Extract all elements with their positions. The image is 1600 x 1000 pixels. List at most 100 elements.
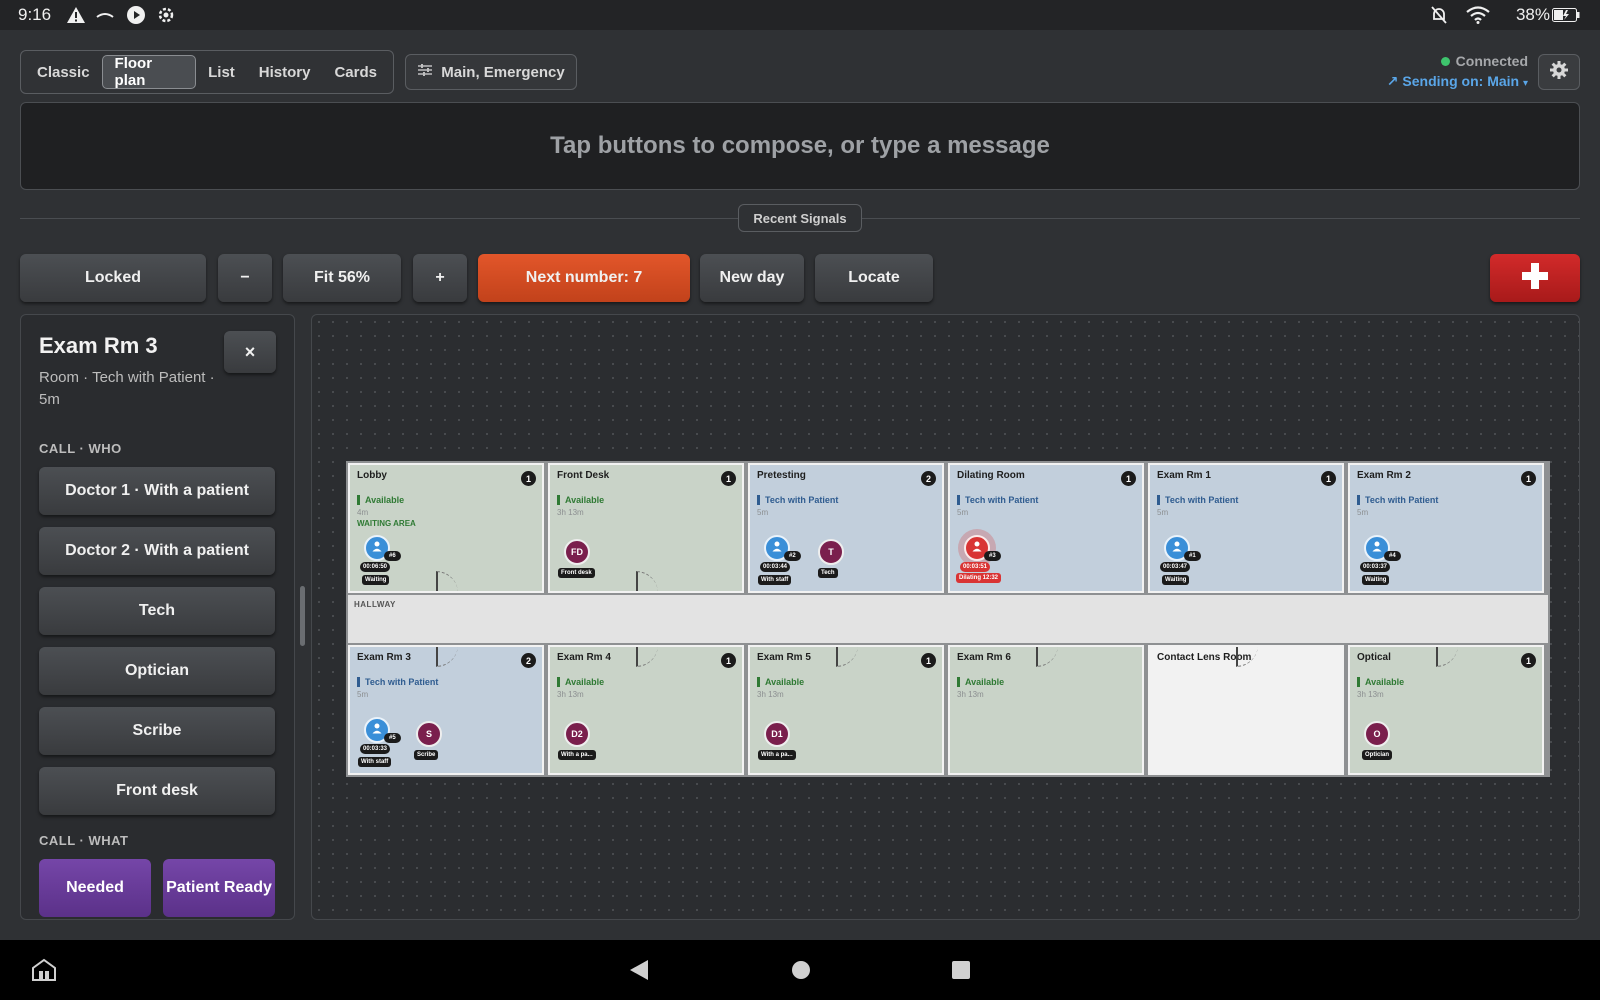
room-name: Pretesting — [757, 470, 806, 481]
room-status: Available — [357, 495, 404, 505]
room-dilating[interactable]: Dilating Room 1 Tech with Patient 5m #3 … — [948, 463, 1144, 593]
room-count-badge: 1 — [521, 471, 536, 486]
staff-avatar[interactable]: D2 — [564, 721, 590, 747]
staff-avatar[interactable]: D1 — [764, 721, 790, 747]
patient-timer: 00:03:51 — [960, 562, 991, 572]
patient-number: #6 — [384, 551, 401, 561]
patient-number: #1 — [1184, 551, 1201, 561]
door — [836, 647, 858, 667]
needed-button[interactable]: Needed — [39, 859, 151, 917]
wifi-icon — [1466, 5, 1490, 25]
room-name: Lobby — [357, 470, 387, 481]
tab-floor-plan[interactable]: Floor plan — [101, 55, 197, 89]
room-exam-2[interactable]: Exam Rm 2 1 Tech with Patient 5m #4 00:0… — [1348, 463, 1544, 593]
home-app-icon[interactable] — [30, 958, 58, 987]
back-icon[interactable] — [628, 958, 650, 987]
room-exam-6[interactable]: Exam Rm 6 Available 3h 13m — [948, 645, 1144, 775]
tab-classic[interactable]: Classic — [25, 55, 102, 89]
room-time: 5m — [1157, 508, 1169, 517]
room-exam-3[interactable]: Exam Rm 3 2 Tech with Patient 5m #5 00:0… — [348, 645, 544, 775]
room-contact-lens[interactable]: Contact Lens Room — [1148, 645, 1344, 775]
locked-button[interactable]: Locked — [20, 254, 206, 302]
patient-status-tag: With staff — [358, 757, 392, 767]
person-icon — [371, 721, 383, 739]
call-doctor-2-button[interactable]: Doctor 2 · With a patient — [39, 527, 275, 575]
close-panel-button[interactable]: × — [224, 331, 276, 373]
recents-icon[interactable] — [950, 958, 972, 987]
staff-avatar[interactable]: S — [416, 721, 442, 747]
zoom-out-button[interactable]: − — [218, 254, 272, 302]
staff-avatar[interactable]: FD — [564, 539, 590, 565]
room-count-badge: 2 — [521, 653, 536, 668]
settings-status-icon — [156, 5, 176, 25]
room-status: Tech with Patient — [357, 677, 438, 687]
patient-ready-button[interactable]: Patient Ready — [163, 859, 275, 917]
room-optical[interactable]: Optical 1 Available 3h 13m O Optician — [1348, 645, 1544, 775]
room-pretesting[interactable]: Pretesting 2 Tech with Patient 5m #2 00:… — [748, 463, 944, 593]
staff-avatar[interactable]: O — [1364, 721, 1390, 747]
staff-tag: With a pa... — [558, 750, 596, 760]
room-time: 3h 13m — [1357, 690, 1384, 699]
room-name: Dilating Room — [957, 470, 1025, 481]
status-bar: 9:16 38% — [0, 0, 1600, 30]
room-count-badge: 1 — [721, 653, 736, 668]
room-count-badge: 1 — [1521, 471, 1536, 486]
tab-history[interactable]: History — [247, 55, 323, 89]
room-count-badge: 1 — [1121, 471, 1136, 486]
settings-button[interactable] — [1538, 54, 1580, 90]
room-name: Exam Rm 1 — [1157, 470, 1211, 481]
door — [436, 647, 458, 667]
patient-number: #2 — [784, 551, 801, 561]
staff-avatar[interactable]: T — [818, 539, 844, 565]
channel-filter-button[interactable]: Main, Emergency — [405, 54, 577, 90]
mute-icon — [1430, 5, 1448, 25]
emergency-button[interactable] — [1490, 254, 1580, 302]
caret-down-icon: ▾ — [1522, 78, 1528, 89]
fit-zoom-button[interactable]: Fit 56% — [283, 254, 401, 302]
room-count-badge: 1 — [721, 471, 736, 486]
sending-channel-selector[interactable]: ↗ Sending on: Main ▾ — [1387, 73, 1528, 90]
room-time: 3h 13m — [557, 508, 584, 517]
patient-number: #4 — [1384, 551, 1401, 561]
tab-list[interactable]: List — [196, 55, 247, 89]
play-icon — [126, 5, 146, 25]
room-name: Exam Rm 2 — [1357, 470, 1411, 481]
plus-cross-icon — [1520, 261, 1550, 296]
call-front-desk-button[interactable]: Front desk — [39, 767, 275, 815]
door — [436, 571, 458, 591]
patient-timer: 00:03:44 — [760, 562, 791, 572]
room-lobby[interactable]: Lobby 1 Available 4m WAITING AREA #6 00:… — [348, 463, 544, 593]
connection-info: Connected ↗ Sending on: Main ▾ — [1387, 53, 1528, 90]
call-scribe-button[interactable]: Scribe — [39, 707, 275, 755]
call-optician-button[interactable]: Optician — [39, 647, 275, 695]
floor-plan-canvas[interactable]: Lobby 1 Available 4m WAITING AREA #6 00:… — [311, 314, 1580, 920]
call-doctor-1-button[interactable]: Doctor 1 · With a patient — [39, 467, 275, 515]
channel-filter-label: Main, Emergency — [441, 63, 565, 81]
staff-tag: Scribe — [414, 750, 439, 760]
new-day-button[interactable]: New day — [700, 254, 804, 302]
room-front-desk[interactable]: Front Desk 1 Available 3h 13m FD Front d… — [548, 463, 744, 593]
warning-icon — [66, 5, 86, 25]
call-tech-button[interactable]: Tech — [39, 587, 275, 635]
home-icon[interactable] — [790, 958, 812, 987]
room-exam-1[interactable]: Exam Rm 1 1 Tech with Patient 5m #1 00:0… — [1148, 463, 1344, 593]
minus-icon — [96, 5, 114, 25]
room-name: Optical — [1357, 652, 1391, 663]
zoom-in-button[interactable]: + — [413, 254, 467, 302]
patient-timer: 00:06:50 — [360, 562, 391, 572]
patient-timer: 00:03:37 — [1360, 562, 1391, 572]
person-icon — [771, 539, 783, 557]
message-composer[interactable]: Tap buttons to compose, or type a messag… — [20, 102, 1580, 190]
room-exam-4[interactable]: Exam Rm 4 1 Available 3h 13m D2 With a p… — [548, 645, 744, 775]
recent-signals-button[interactable]: Recent Signals — [738, 204, 862, 232]
room-exam-5[interactable]: Exam Rm 5 1 Available 3h 13m D1 With a p… — [748, 645, 944, 775]
person-icon — [371, 539, 383, 557]
gear-icon — [1549, 60, 1569, 85]
patient-number: #3 — [984, 551, 1001, 561]
locate-button[interactable]: Locate — [815, 254, 933, 302]
patient-timer: 00:03:47 — [1160, 562, 1191, 572]
tab-cards[interactable]: Cards — [322, 55, 389, 89]
next-number-button[interactable]: Next number: 7 — [478, 254, 690, 302]
door — [636, 647, 658, 667]
side-panel-scrollbar[interactable] — [300, 586, 305, 646]
